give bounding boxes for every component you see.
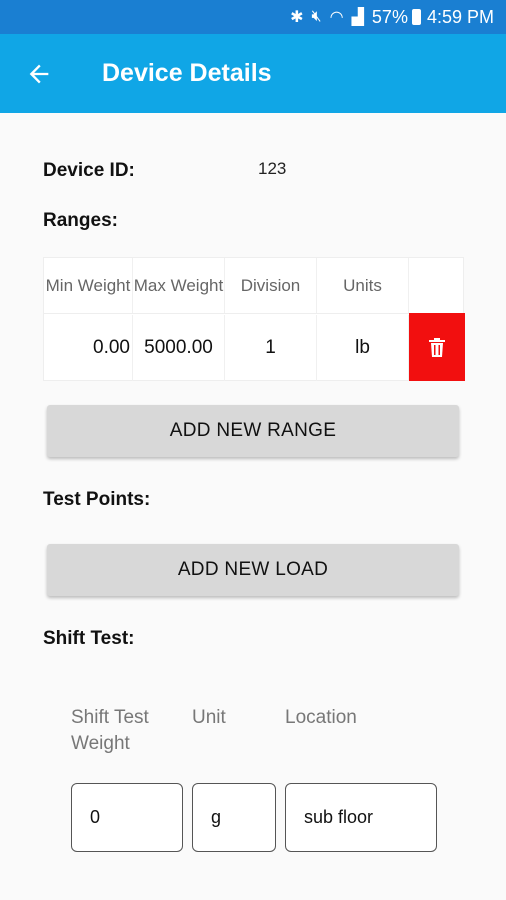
ranges-label: Ranges: xyxy=(43,210,118,231)
shift-test-weight-input[interactable]: 0 xyxy=(71,783,183,852)
range-max-cell[interactable]: 5000.00 xyxy=(133,315,225,381)
shift-test-location-header: Location xyxy=(285,707,357,728)
app-bar: Device Details xyxy=(0,34,506,113)
delete-range-button[interactable] xyxy=(409,313,465,381)
range-division-cell[interactable]: 1 xyxy=(225,315,317,381)
back-arrow-icon xyxy=(29,64,49,83)
shift-test-unit-header: Unit xyxy=(192,707,226,728)
shift-test-unit-input[interactable]: g xyxy=(192,783,276,852)
trash-icon xyxy=(429,337,445,357)
device-id-label: Device ID: xyxy=(43,160,135,181)
status-bar: ✱ 🔇︎ ◠ ▟ 57% 4:59 PM xyxy=(0,0,506,34)
units-header: Units xyxy=(317,258,409,313)
signal-icon: ▟ xyxy=(351,9,364,26)
shift-test-location-input[interactable]: sub floor xyxy=(285,783,437,852)
max-weight-header: Max Weight xyxy=(133,258,225,313)
clock: 4:59 PM xyxy=(426,6,494,27)
bluetooth-icon: ✱ xyxy=(290,9,304,26)
shift-test-label: Shift Test: xyxy=(43,628,135,649)
battery-icon xyxy=(411,9,421,25)
test-points-label: Test Points: xyxy=(43,489,151,510)
shift-test-weight-header: Shift Test Weight xyxy=(71,707,149,754)
page-title: Device Details xyxy=(102,59,272,87)
device-id-value: 123 xyxy=(258,159,287,178)
add-new-load-button[interactable]: ADD NEW LOAD xyxy=(47,544,459,596)
battery-percent: 57% xyxy=(371,6,408,27)
range-units-cell[interactable]: lb xyxy=(317,315,409,381)
wifi-icon: ◠ xyxy=(329,9,344,26)
table-divider xyxy=(44,313,409,314)
min-weight-header: Min Weight xyxy=(44,258,133,313)
division-header: Division xyxy=(225,258,317,313)
range-min-cell[interactable]: 0.00 xyxy=(44,315,133,381)
mute-icon: 🔇︎ xyxy=(311,8,322,25)
add-new-range-button[interactable]: ADD NEW RANGE xyxy=(47,405,459,457)
ranges-table: Min Weight Max Weight Division Units 0.0… xyxy=(43,257,465,381)
back-button[interactable] xyxy=(0,34,78,113)
